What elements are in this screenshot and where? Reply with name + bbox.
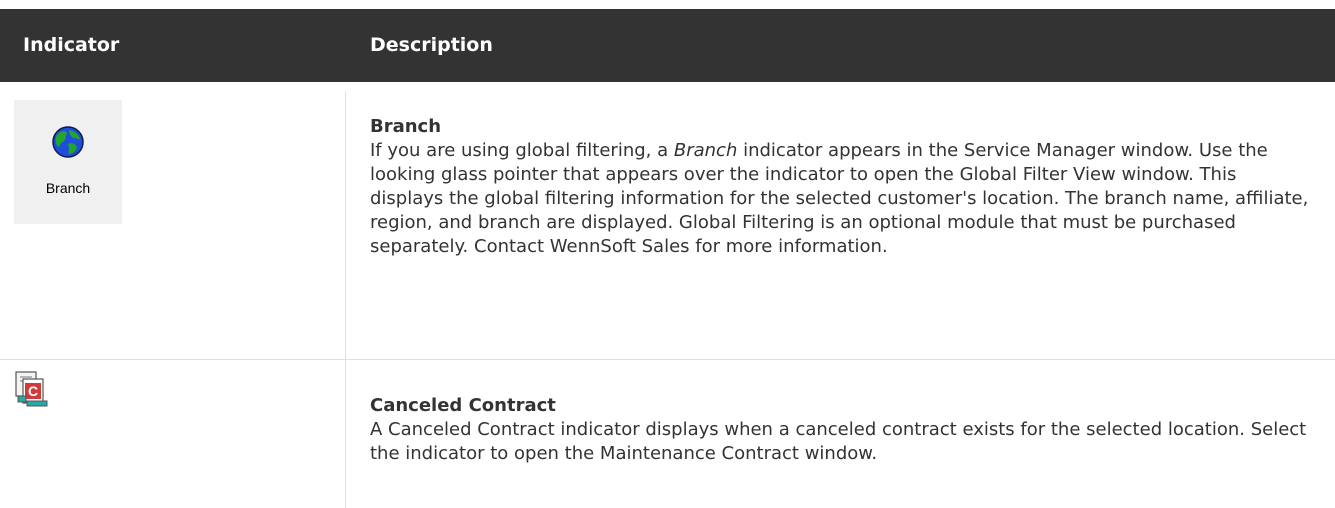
header-description: Description	[370, 34, 493, 56]
branch-indicator-image: Branch	[14, 100, 122, 224]
canceled-contract-description: Canceled Contract A Canceled Contract in…	[370, 394, 1310, 466]
table-header: Indicator Description	[0, 9, 1335, 82]
header-indicator: Indicator	[23, 34, 120, 56]
svg-text:C: C	[28, 383, 38, 399]
branch-title: Branch	[370, 116, 442, 137]
canceled-contract-icon: C	[15, 371, 48, 407]
branch-text-before: If you are using global filtering, a	[370, 140, 674, 161]
indicator-table: Indicator Description Branch Branch If y…	[0, 9, 1335, 508]
branch-description: Branch If you are using global filtering…	[370, 115, 1310, 259]
column-divider	[345, 91, 346, 508]
branch-icon-label: Branch	[45, 180, 91, 196]
table-row: Branch Branch If you are using global fi…	[0, 82, 1335, 360]
canceled-contract-title: Canceled Contract	[370, 395, 556, 416]
canceled-contract-text: A Canceled Contract indicator displays w…	[370, 419, 1307, 464]
branch-emphasis: Branch	[673, 140, 738, 161]
table-row: C Canceled Contract A Canceled Contract …	[0, 360, 1335, 508]
globe-icon	[52, 126, 84, 158]
